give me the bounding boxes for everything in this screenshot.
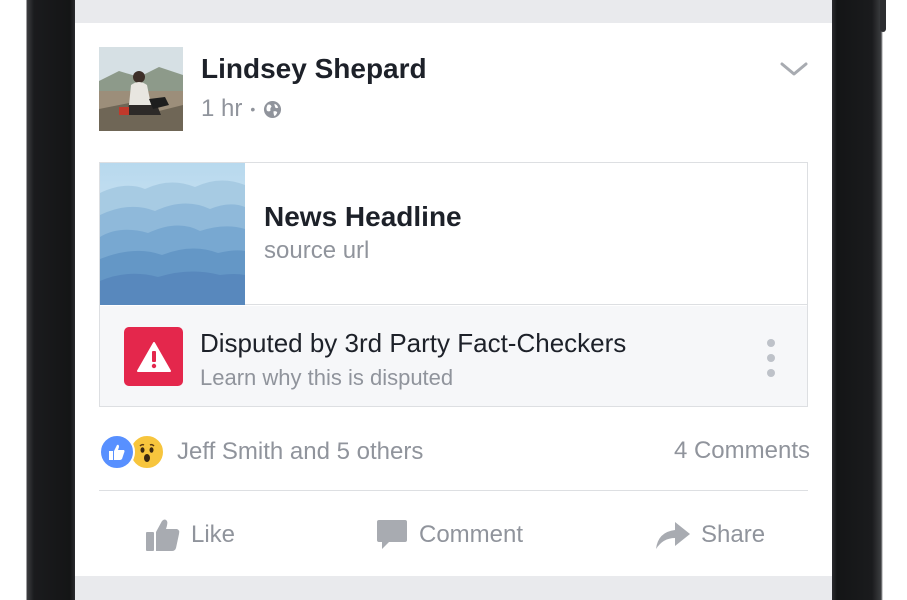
avatar[interactable] — [99, 47, 183, 131]
like-reaction-icon — [99, 434, 135, 470]
link-source-url: source url — [264, 237, 370, 264]
thumbs-up-icon — [146, 519, 180, 551]
share-button[interactable]: Share — [655, 517, 765, 553]
dispute-title: Disputed by 3rd Party Fact-Checkers — [200, 328, 627, 358]
reactions-text[interactable]: Jeff Smith and 5 others — [177, 438, 423, 466]
post-meta: 1 hr • — [201, 95, 282, 123]
comment-button[interactable]: Comment — [375, 517, 523, 553]
link-headline[interactable]: News Headline — [264, 201, 462, 233]
link-preview[interactable]: News Headline source url — [100, 163, 807, 305]
dispute-banner[interactable]: Disputed by 3rd Party Fact-Checkers Lear… — [100, 306, 807, 406]
comments-count[interactable]: 4 Comments — [674, 437, 810, 465]
comment-icon — [377, 520, 407, 549]
share-label: Share — [701, 521, 766, 548]
phone-frame-left — [0, 0, 75, 600]
like-label: Like — [191, 521, 236, 548]
globe-icon[interactable] — [263, 100, 282, 119]
shared-link-card[interactable]: News Headline source url Disputed by 3rd… — [99, 162, 808, 407]
link-thumbnail[interactable] — [100, 163, 245, 305]
dispute-learn-more-link[interactable]: Learn why this is disputed — [200, 365, 453, 391]
warning-icon — [124, 327, 183, 386]
chevron-down-icon[interactable] — [779, 59, 809, 79]
post-timestamp[interactable]: 1 hr — [201, 95, 242, 123]
reactions-summary[interactable]: Jeff Smith and 5 others — [99, 433, 423, 471]
phone-screen: Lindsey Shepard 1 hr • News Headline sou… — [75, 0, 832, 600]
meta-separator: • — [250, 101, 256, 117]
phone-frame-right — [832, 0, 907, 600]
phone-side-button — [880, 0, 886, 32]
more-vertical-icon[interactable] — [764, 338, 778, 378]
post-author-name[interactable]: Lindsey Shepard — [201, 53, 427, 85]
like-button[interactable]: Like — [145, 517, 235, 553]
comment-label: Comment — [419, 521, 524, 548]
divider — [99, 490, 808, 491]
feed-post: Lindsey Shepard 1 hr • News Headline sou… — [75, 23, 832, 576]
share-icon — [656, 522, 690, 549]
